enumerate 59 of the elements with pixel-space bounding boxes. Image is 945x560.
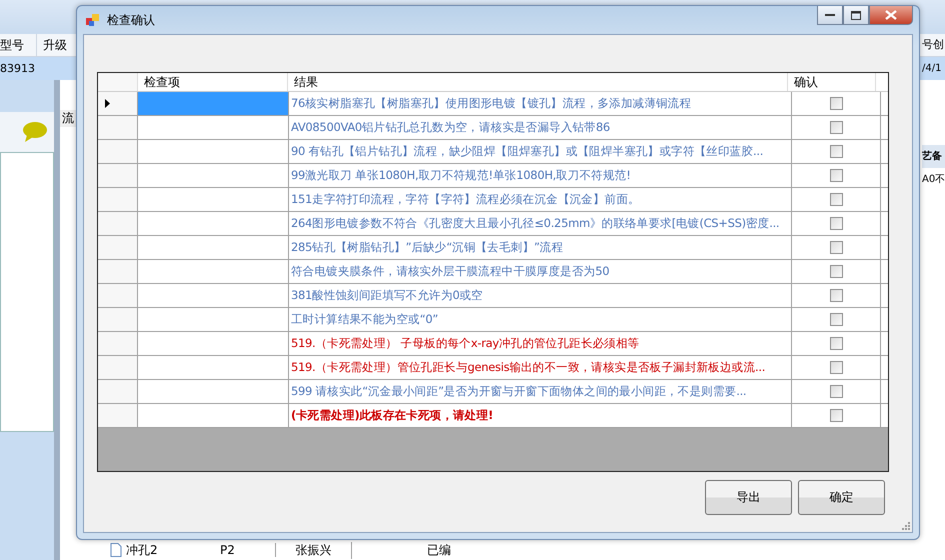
checkbox[interactable]	[830, 337, 842, 350]
table-cell-text: 已编	[427, 542, 452, 558]
checkbox[interactable]	[830, 361, 842, 374]
speech-bubble-icon[interactable]	[22, 121, 48, 143]
current-row-icon	[105, 99, 110, 108]
tree-item-label: 冲孔2	[126, 542, 158, 558]
row-header[interactable]	[98, 92, 138, 115]
ok-button[interactable]: 确定	[798, 480, 885, 515]
panel-title: 艺备	[922, 145, 945, 168]
checkbox[interactable]	[830, 217, 842, 230]
minimize-button[interactable]	[817, 6, 843, 25]
column-header: 号创	[922, 37, 945, 53]
checkbox[interactable]	[830, 385, 842, 398]
table-cell: 张振兴	[276, 542, 352, 558]
app-icon	[85, 12, 101, 28]
table-cell: 90 有钻孔【铝片钻孔】流程，缺少阻焊【阻焊塞孔】或【阻焊半塞孔】或字符【丝印蓝胶...	[289, 140, 792, 163]
tree-item[interactable]: 冲孔2	[110, 542, 220, 558]
table-cell: 285钻孔【树脂钻孔】”后缺少“沉铜【去毛刺】”流程	[289, 236, 792, 259]
column-header: 型号	[0, 34, 37, 56]
table-cell: 工时计算结果不能为空或“0”	[289, 308, 792, 331]
table-cell[interactable]	[138, 92, 289, 115]
window-title: 检查确认	[107, 12, 155, 28]
table-cell-text: 83913	[0, 62, 36, 75]
column-header[interactable]: 检查项	[138, 73, 288, 91]
table-cell: 519.（卡死需处理） 子母板的每个x-ray冲孔的管位孔距长必须相等	[289, 332, 792, 355]
checkbox[interactable]	[830, 97, 842, 110]
checkbox[interactable]	[830, 193, 842, 206]
checkbox[interactable]	[830, 169, 842, 182]
column-header[interactable]: 确认	[788, 73, 876, 91]
table-cell: 99激光取刀 单张1080H,取刀不符规范!单张1080H,取刀不符规范!	[289, 164, 792, 187]
table-cell: P2	[220, 543, 276, 557]
minimize-icon	[825, 13, 835, 17]
maximize-icon	[851, 10, 861, 20]
resize-grip-icon[interactable]	[902, 522, 910, 530]
checkbox[interactable]	[830, 241, 842, 254]
table-cell: AV08500VA0铝片钻孔总孔数为空，请核实是否漏导入钻带86	[289, 116, 792, 139]
checkbox[interactable]	[830, 409, 842, 422]
checkbox[interactable]	[830, 313, 842, 326]
tab[interactable]: 流	[60, 110, 76, 127]
table-cell: 符合电镀夹膜条件，请核实外层干膜流程中干膜厚度是否为50	[289, 260, 792, 283]
table-cell: 264图形电镀参数不符合《孔密度大且最小孔径≤0.25mm》的联络单要求[电镀(CS+SS)密度...	[289, 212, 792, 235]
close-button[interactable]	[869, 6, 913, 25]
column-header[interactable]: 结果	[288, 73, 788, 91]
table-cell-text: A0不	[922, 173, 945, 187]
close-icon	[885, 10, 897, 20]
checkbox[interactable]	[830, 121, 842, 134]
table-cell: 76核实树脂塞孔【树脂塞孔】使用图形电镀【镀孔】流程，多添加减薄铜流程	[289, 92, 792, 115]
maximize-button[interactable]	[843, 6, 869, 25]
document-icon	[110, 543, 122, 557]
checkbox[interactable]	[830, 265, 842, 278]
table-cell: 599 请核实此“沉金最小间距”是否为开窗与开窗下面物体之间的最小间距，不是则需要...	[289, 380, 792, 403]
table-cell: (卡死需处理)此板存在卡死项，请处理!	[289, 404, 792, 427]
table-cell: 151走字符打印流程，字符【字符】流程必须在沉金【沉金】前面。	[289, 188, 792, 211]
checkbox[interactable]	[830, 289, 842, 302]
table-cell-text: /4/1	[922, 63, 942, 74]
table-cell: 519.（卡死需处理）管位孔距长与genesis输出的不一致，请核实是否板子漏封新板边或流...	[289, 356, 792, 379]
export-button[interactable]: 导出	[705, 480, 792, 515]
table-cell: 381酸性蚀刻间距填写不允许为0或空	[289, 284, 792, 307]
checkbox[interactable]	[830, 145, 842, 158]
